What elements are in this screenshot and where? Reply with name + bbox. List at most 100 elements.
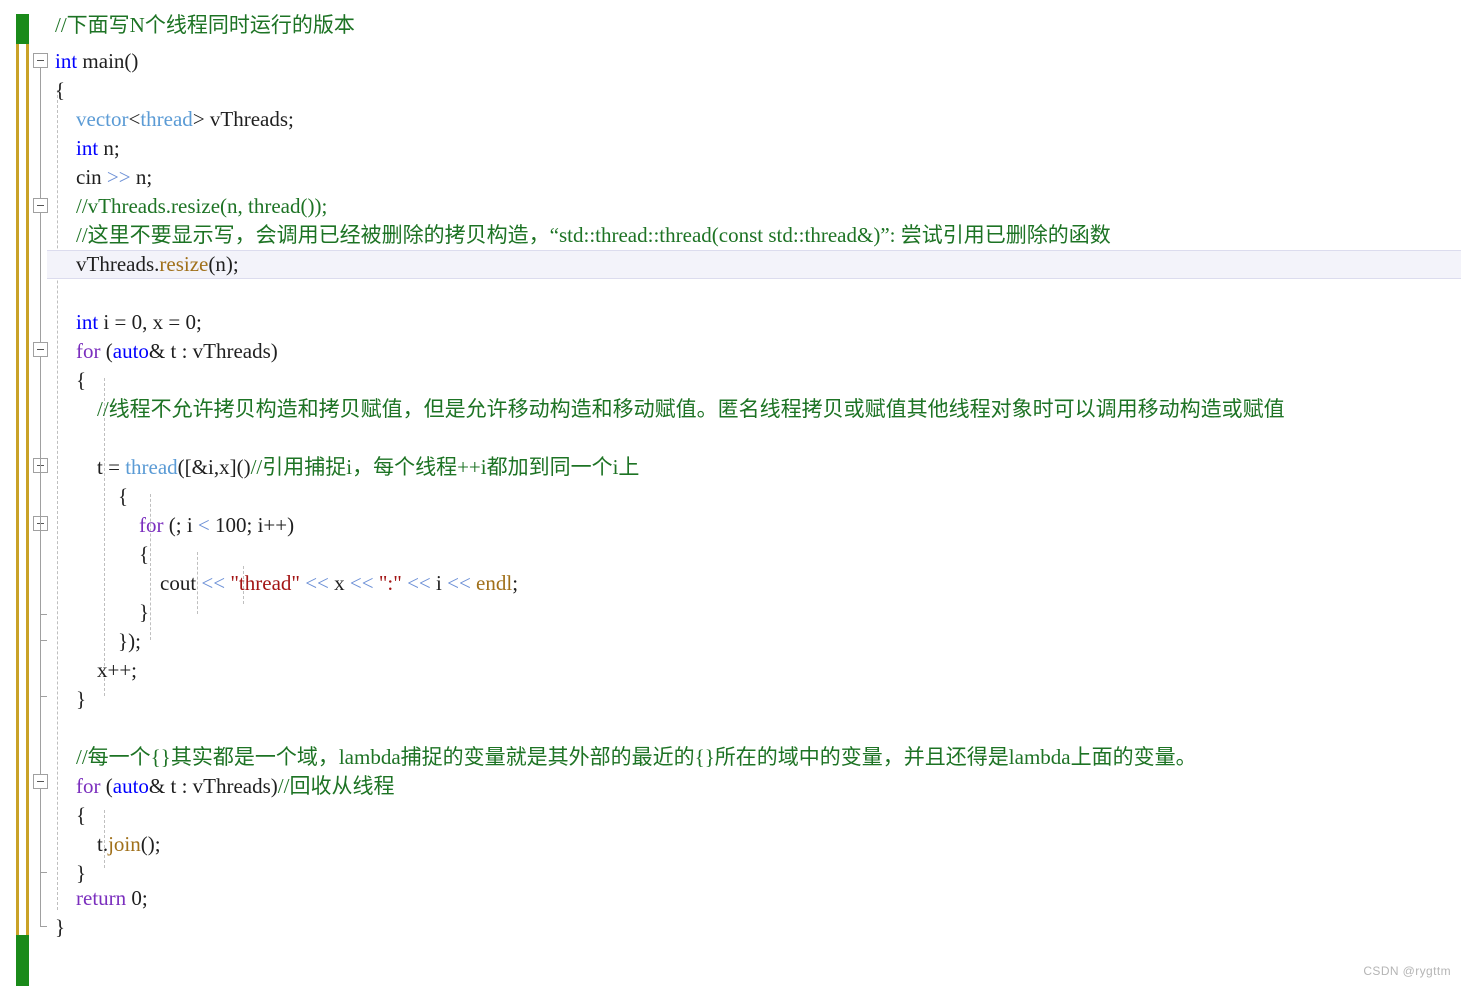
token-keyword: auto bbox=[112, 339, 149, 363]
token-plain: 100; i++) bbox=[209, 513, 295, 537]
token-keyword: return bbox=[76, 886, 127, 910]
code-line[interactable]: //线程不允许拷贝构造和拷贝赋值，但是允许移动构造和移动赋值。匿名线程拷贝或赋值… bbox=[55, 395, 1285, 424]
token-plain: & t : vThreads) bbox=[148, 774, 278, 798]
token-comment: //下面写N个线程同时运行的版本 bbox=[55, 13, 355, 37]
token-keyword: int bbox=[76, 310, 99, 334]
token-keyword: int bbox=[76, 136, 99, 160]
token-string: ":" bbox=[373, 571, 408, 595]
token-brace: { bbox=[55, 803, 87, 827]
token-brace: { bbox=[55, 368, 87, 392]
code-line[interactable]: int n; bbox=[55, 134, 120, 163]
token-plain: ([&i,x]() bbox=[177, 455, 251, 479]
token-plain: t = bbox=[55, 455, 126, 479]
code-line[interactable]: { bbox=[55, 801, 86, 830]
code-editor-canvas[interactable]: //下面写N个线程同时运行的版本 int main() { vector<thr… bbox=[0, 0, 1461, 986]
token-plain: (n); bbox=[208, 252, 239, 276]
code-line[interactable]: { bbox=[55, 482, 128, 511]
token-operator: >> bbox=[106, 165, 131, 189]
code-line[interactable]: t.join(); bbox=[55, 830, 161, 859]
code-line[interactable]: { bbox=[55, 76, 65, 105]
token-operator: << bbox=[305, 571, 329, 595]
token-plain: ( bbox=[100, 774, 113, 798]
token-plain: x++; bbox=[55, 658, 138, 682]
token-type: thread bbox=[125, 455, 178, 479]
token-function: endl bbox=[470, 571, 513, 595]
watermark-text: CSDN @rygttm bbox=[1363, 964, 1451, 978]
token-brace: { bbox=[55, 484, 129, 508]
token-plain: (); bbox=[140, 832, 161, 856]
code-line[interactable]: vector<thread> vThreads; bbox=[55, 105, 294, 134]
code-line[interactable]: //下面写N个线程同时运行的版本 bbox=[55, 11, 355, 40]
token-keyword: for bbox=[139, 513, 164, 537]
token-plain: & t : vThreads) bbox=[148, 339, 278, 363]
token-type: thread bbox=[140, 107, 193, 131]
token-keyword: auto bbox=[112, 774, 149, 798]
code-line[interactable]: return 0; bbox=[55, 884, 148, 913]
token-brace: } bbox=[55, 861, 87, 885]
code-line[interactable]: for (auto& t : vThreads)//回收从线程 bbox=[55, 772, 394, 801]
code-line[interactable]: t = thread([&i,x]()//引用捕捉i，每个线程++i都加到同一个… bbox=[55, 453, 639, 482]
token-plain: vThreads. bbox=[55, 252, 160, 276]
token-plain: x bbox=[328, 571, 350, 595]
token-operator: < bbox=[197, 513, 210, 537]
code-line[interactable]: { bbox=[55, 366, 86, 395]
code-line[interactable]: x++; bbox=[55, 656, 137, 685]
code-line-current[interactable]: vThreads.resize(n); bbox=[55, 250, 239, 279]
code-text-layer[interactable]: //下面写N个线程同时运行的版本 int main() { vector<thr… bbox=[0, 0, 1461, 986]
code-line[interactable]: }); bbox=[55, 627, 141, 656]
code-line[interactable]: //每一个{}其实都是一个域，lambda捕捉的变量就是其外部的最近的{}所在的… bbox=[55, 743, 1197, 772]
token-plain: t. bbox=[55, 832, 109, 856]
token-plain: ; bbox=[512, 571, 519, 595]
code-line[interactable]: cout << "thread" << x << ":" << i << end… bbox=[55, 569, 518, 598]
token-plain: i = 0, x = 0; bbox=[98, 310, 202, 334]
token-function: join bbox=[108, 832, 141, 856]
token-operator: << bbox=[201, 571, 226, 595]
code-line[interactable]: //vThreads.resize(n, thread()); bbox=[55, 192, 327, 221]
token-brace: { bbox=[55, 542, 150, 566]
token-comment: //线程不允许拷贝构造和拷贝赋值，但是允许移动构造和移动赋值。匿名线程拷贝或赋值… bbox=[55, 397, 1285, 421]
code-line[interactable]: int main() bbox=[55, 47, 138, 76]
code-line[interactable]: } bbox=[55, 913, 65, 942]
token-string: "thread" bbox=[225, 571, 306, 595]
token-comment: //vThreads.resize(n, thread()); bbox=[55, 194, 328, 218]
token-type: vector bbox=[55, 107, 129, 131]
code-line[interactable]: } bbox=[55, 598, 149, 627]
token-comment: //每一个{}其实都是一个域，lambda捕捉的变量就是其外部的最近的{}所在的… bbox=[55, 745, 1197, 769]
token-plain: ( bbox=[100, 339, 113, 363]
code-line[interactable]: //这里不要显示写，会调用已经被删除的拷贝构造，“std::thread::th… bbox=[55, 221, 1111, 250]
token-comment: //引用捕捉i，每个线程++i都加到同一个i上 bbox=[250, 455, 640, 479]
token-operator: << bbox=[349, 571, 374, 595]
token-brace: } bbox=[55, 915, 66, 939]
token-keyword: int bbox=[55, 49, 78, 73]
code-line[interactable]: } bbox=[55, 685, 86, 714]
token-brace: } bbox=[55, 687, 87, 711]
token-keyword: for bbox=[76, 339, 101, 363]
code-line[interactable]: int i = 0, x = 0; bbox=[55, 308, 202, 337]
token-brace: }); bbox=[55, 629, 141, 653]
token-plain: i bbox=[430, 571, 448, 595]
token-keyword: for bbox=[76, 774, 101, 798]
token-operator: << bbox=[407, 571, 431, 595]
token-brace: { bbox=[55, 78, 66, 102]
code-line[interactable]: for (; i < 100; i++) bbox=[55, 511, 294, 540]
token-comment: //回收从线程 bbox=[277, 774, 395, 798]
token-operator: << bbox=[447, 571, 471, 595]
token-plain: n; bbox=[98, 136, 120, 160]
token-plain: main() bbox=[77, 49, 139, 73]
token-plain: cout bbox=[55, 571, 202, 595]
token-plain: < bbox=[128, 107, 141, 131]
code-line[interactable]: for (auto& t : vThreads) bbox=[55, 337, 278, 366]
token-function: resize bbox=[159, 252, 209, 276]
code-line[interactable]: { bbox=[55, 540, 149, 569]
code-line[interactable]: cin >> n; bbox=[55, 163, 152, 192]
token-plain: (; i bbox=[163, 513, 198, 537]
token-plain: 0; bbox=[126, 886, 148, 910]
token-plain: n; bbox=[130, 165, 153, 189]
token-plain: > vThreads; bbox=[192, 107, 294, 131]
